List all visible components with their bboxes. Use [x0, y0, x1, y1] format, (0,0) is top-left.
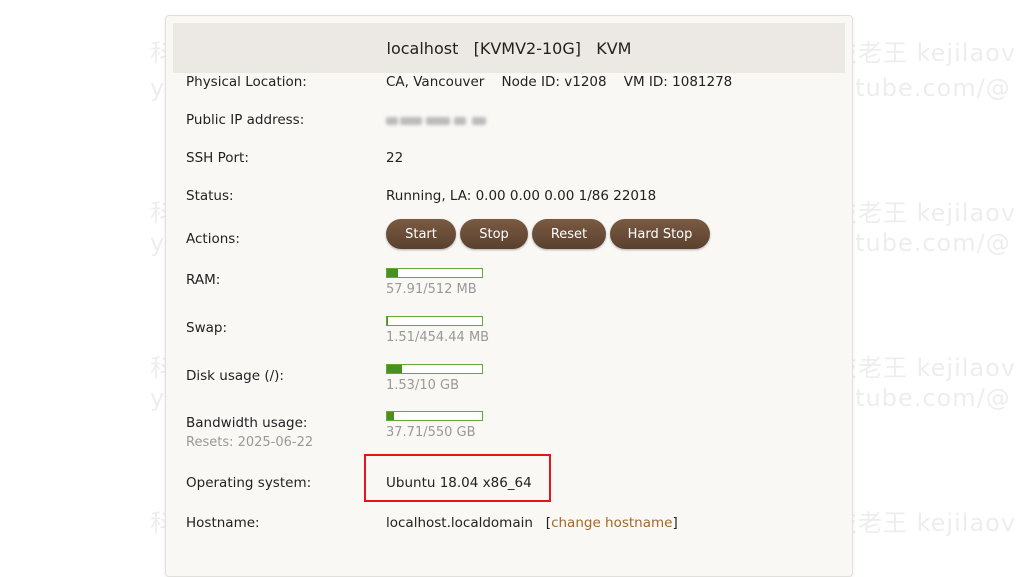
- disk-usage-bar: [386, 364, 483, 374]
- location-label: Physical Location:: [186, 74, 307, 90]
- bandwidth-usage-bar: [386, 411, 483, 421]
- hostname-text: localhost.localdomain: [386, 515, 533, 531]
- ip-value-redacted: [386, 114, 486, 128]
- ram-usage-bar: [386, 268, 483, 278]
- ssh-port-label: SSH Port:: [186, 150, 249, 166]
- status-label: Status:: [186, 188, 234, 204]
- ip-label: Public IP address:: [186, 112, 304, 128]
- reset-button[interactable]: Reset: [532, 219, 606, 249]
- bandwidth-usage-fill: [387, 412, 394, 420]
- status-value: Running, LA: 0.00 0.00 0.00 1/86 22018: [386, 188, 656, 204]
- swap-usage-bar: [386, 316, 483, 326]
- ssh-port-value: 22: [386, 150, 403, 166]
- os-label: Operating system:: [186, 475, 311, 491]
- disk-usage-text: 1.53/10 GB: [386, 378, 459, 393]
- stop-button[interactable]: Stop: [460, 219, 528, 249]
- bandwidth-usage-text: 37.71/550 GB: [386, 425, 476, 440]
- bandwidth-label: Bandwidth usage:: [186, 415, 307, 431]
- disk-label: Disk usage (/):: [186, 368, 284, 384]
- change-hostname-link[interactable]: change hostname: [551, 515, 672, 531]
- ram-usage-fill: [387, 269, 398, 277]
- os-highlight-box: [364, 454, 551, 502]
- ram-label: RAM:: [186, 272, 220, 288]
- actions-label: Actions:: [186, 231, 240, 247]
- panel-title: localhost [KVMV2-10G] KVM: [173, 23, 845, 73]
- ram-usage-text: 57.91/512 MB: [386, 282, 477, 297]
- start-button[interactable]: Start: [386, 219, 456, 249]
- hard-stop-button[interactable]: Hard Stop: [610, 219, 710, 249]
- hostname-value: localhost.localdomain [change hostname]: [386, 515, 678, 531]
- location-value: CA, Vancouver Node ID: v1208 VM ID: 1081…: [386, 74, 732, 90]
- hostname-label: Hostname:: [186, 515, 260, 531]
- bandwidth-reset-date: Resets: 2025-06-22: [186, 435, 313, 450]
- swap-usage-text: 1.51/454.44 MB: [386, 330, 489, 345]
- disk-usage-fill: [387, 365, 402, 373]
- swap-label: Swap:: [186, 320, 227, 336]
- bracket-close: ]: [672, 515, 677, 531]
